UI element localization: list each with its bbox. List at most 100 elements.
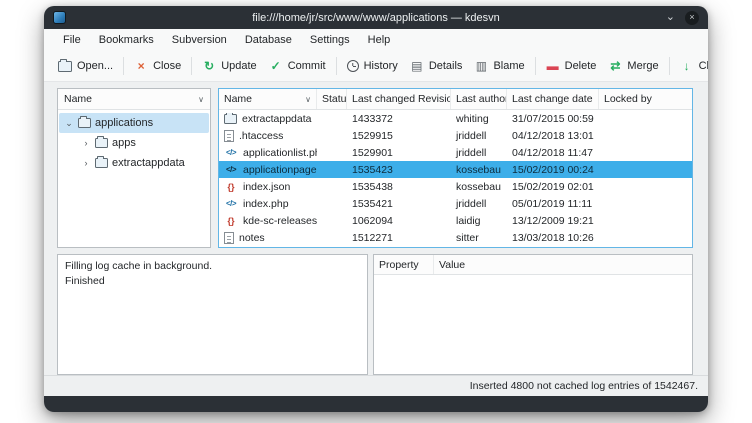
blame-button[interactable]: ▥ Blame <box>468 57 530 75</box>
menu-subversion[interactable]: Subversion <box>163 29 236 51</box>
window-controls: ⌄ × <box>666 11 699 25</box>
file-name: kde-sc-releases.json <box>243 215 317 227</box>
folder-open-icon <box>58 61 72 72</box>
file-name: applicationpage.php <box>243 164 317 176</box>
menu-bookmarks[interactable]: Bookmarks <box>90 29 163 51</box>
expander-closed-icon[interactable]: › <box>81 158 91 168</box>
file-name: notes <box>239 232 265 244</box>
expander-closed-icon[interactable]: › <box>81 138 91 148</box>
tree-item-label: extractappdata <box>112 157 185 169</box>
column-header-property[interactable]: Property <box>374 255 434 274</box>
file-revision: 1512271 <box>347 232 451 244</box>
open-button[interactable]: Open... <box>52 57 119 75</box>
php-file-icon: </> <box>224 165 238 174</box>
checkout-icon: ↓ <box>680 60 694 72</box>
tree-item-label: applications <box>95 117 153 129</box>
update-icon: ↻ <box>202 60 216 72</box>
file-author: laidig <box>451 215 507 227</box>
commit-button[interactable]: ✓ Commit <box>263 57 332 75</box>
column-header-author[interactable]: Last author <box>451 89 507 109</box>
file-date: 13/03/2018 10:26 <box>507 232 599 244</box>
column-header-locked[interactable]: Locked by <box>599 89 692 109</box>
merge-button[interactable]: ⇄ Merge <box>602 57 664 75</box>
table-row[interactable]: </> index.php 1535421 jriddell 05/01/201… <box>219 195 692 212</box>
history-clock-icon <box>347 60 359 72</box>
table-row[interactable]: .htaccess 1529915 jriddell 04/12/2018 13… <box>219 127 692 144</box>
toolbar-separator <box>191 57 192 75</box>
table-row[interactable]: {} kde-sc-releases.json 1062094 laidig 1… <box>219 212 692 229</box>
minimize-icon[interactable]: ⌄ <box>666 12 675 23</box>
menu-database[interactable]: Database <box>236 29 301 51</box>
menu-file[interactable]: File <box>54 29 90 51</box>
document-close-icon: × <box>134 60 148 72</box>
column-header-value[interactable]: Value <box>434 255 692 274</box>
tree-item-extractappdata[interactable]: › extractappdata <box>59 153 209 173</box>
table-row[interactable]: </> applicationlist.php 1529901 jriddell… <box>219 144 692 161</box>
menu-settings[interactable]: Settings <box>301 29 359 51</box>
file-list-panel: Name ∨ Status Last changed Revision Last… <box>218 88 693 248</box>
table-row[interactable]: {} index.json 1535438 kossebau 15/02/201… <box>219 178 692 195</box>
file-name: index.json <box>243 181 290 193</box>
file-date: 04/12/2018 11:47 <box>507 147 599 159</box>
tree-header[interactable]: Name ∨ <box>58 89 210 110</box>
menu-help[interactable]: Help <box>359 29 400 51</box>
toolbar: Open... × Close ↻ Update ✓ Commit Histor… <box>44 51 708 82</box>
delete-button[interactable]: ▬ Delete <box>540 57 603 75</box>
file-revision: 1535438 <box>347 181 451 193</box>
column-header-name[interactable]: Name ∨ <box>219 89 317 109</box>
update-button[interactable]: ↻ Update <box>196 57 262 75</box>
column-header-status[interactable]: Status <box>317 89 347 109</box>
chevron-down-icon[interactable]: ∨ <box>198 95 204 104</box>
close-icon[interactable]: × <box>685 11 699 25</box>
details-button[interactable]: ▤ Details <box>404 57 469 75</box>
table-row-selected[interactable]: </> applicationpage.php 1535423 kossebau… <box>219 161 692 178</box>
open-button-label: Open... <box>77 60 113 72</box>
column-header-revision[interactable]: Last changed Revision <box>347 89 451 109</box>
history-button[interactable]: History <box>341 57 404 75</box>
kdesvn-window: file:///home/jr/src/www/www/applications… <box>44 6 708 412</box>
file-author: sitter <box>451 232 507 244</box>
checkout-button[interactable]: ↓ Checkout <box>674 57 708 75</box>
history-button-label: History <box>364 60 398 72</box>
main-content: Name ∨ ⌄ applications › apps › <box>44 82 708 375</box>
log-line: Finished <box>65 274 360 289</box>
checkout-button-label: Checkout <box>699 60 708 72</box>
close-doc-button[interactable]: × Close <box>128 57 187 75</box>
toolbar-separator <box>535 57 536 75</box>
file-list-header: Name ∨ Status Last changed Revision Last… <box>219 89 692 110</box>
column-header-date[interactable]: Last change date <box>507 89 599 109</box>
titlebar[interactable]: file:///home/jr/src/www/www/applications… <box>44 6 708 29</box>
file-date: 13/12/2009 19:21 <box>507 215 599 227</box>
file-revision: 1529901 <box>347 147 451 159</box>
folder-icon <box>224 114 237 124</box>
file-revision: 1433372 <box>347 113 451 125</box>
properties-body[interactable] <box>374 275 692 374</box>
merge-button-label: Merge <box>627 60 658 72</box>
table-row[interactable]: extractappdata 1433372 whiting 31/07/201… <box>219 110 692 127</box>
update-button-label: Update <box>221 60 256 72</box>
merge-icon: ⇄ <box>608 60 622 72</box>
tree-item-apps[interactable]: › apps <box>59 133 209 153</box>
file-author: jriddell <box>451 147 507 159</box>
file-date: 15/02/2019 02:01 <box>507 181 599 193</box>
blame-icon: ▥ <box>474 60 488 72</box>
table-row[interactable]: notes 1512271 sitter 13/03/2018 10:26 <box>219 229 692 246</box>
file-author: jriddell <box>451 130 507 142</box>
properties-header: Property Value <box>374 255 692 275</box>
tree-item-applications[interactable]: ⌄ applications <box>59 113 209 133</box>
commit-button-label: Commit <box>288 60 326 72</box>
status-message: Inserted 4800 not cached log entries of … <box>470 380 698 392</box>
details-button-label: Details <box>429 60 463 72</box>
file-name: index.php <box>243 198 289 210</box>
file-revision: 1535423 <box>347 164 451 176</box>
log-line: Filling log cache in background. <box>65 259 360 274</box>
log-output-panel[interactable]: Filling log cache in background. Finishe… <box>57 254 368 375</box>
tree-items: ⌄ applications › apps › extractappdata <box>58 110 210 173</box>
file-author: jriddell <box>451 198 507 210</box>
text-file-icon <box>224 232 234 244</box>
close-doc-button-label: Close <box>153 60 181 72</box>
file-revision: 1062094 <box>347 215 451 227</box>
expander-open-icon[interactable]: ⌄ <box>64 118 74 129</box>
php-file-icon: </> <box>224 148 238 157</box>
properties-panel: Property Value <box>373 254 693 375</box>
